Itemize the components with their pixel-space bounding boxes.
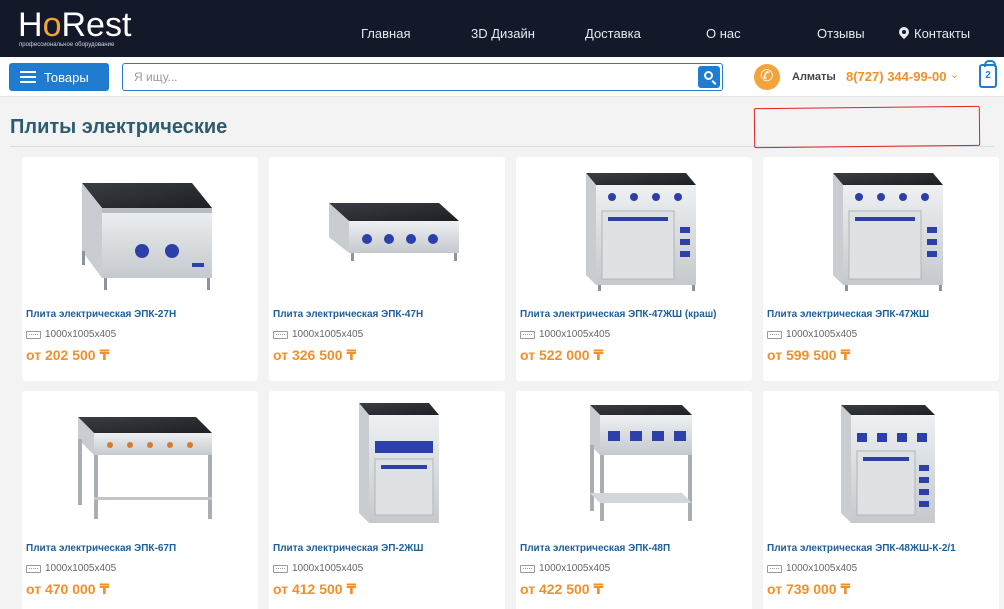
product-price: от 412 500 ₸ (273, 581, 357, 597)
product-price: от 470 000 ₸ (26, 581, 110, 597)
product-image[interactable] (52, 397, 228, 533)
search-button[interactable] (698, 66, 720, 88)
product-card[interactable]: Плита электрическая ЭПК-48ЖШ-К-2/1 1000х… (763, 391, 999, 609)
product-name[interactable]: Плита электрическая ЭПК-67П (26, 543, 176, 554)
dimensions-text: 1000х1005х405 (292, 563, 364, 574)
city-label: Алматы (792, 71, 836, 83)
product-image[interactable] (52, 163, 228, 299)
nav-3d-design[interactable]: 3D Дизайн (471, 26, 535, 41)
dimensions-icon (520, 564, 535, 573)
dimensions-icon (520, 330, 535, 339)
cart-button[interactable]: 2 (979, 60, 997, 88)
menu-icon (20, 71, 36, 83)
dimensions-icon (273, 330, 288, 339)
product-name[interactable]: Плита электрическая ЭПК-47ЖШ (краш) (520, 309, 717, 320)
product-name[interactable]: Плита электрическая ЭПК-47ЖШ (767, 309, 929, 320)
product-card[interactable]: Плита электрическая ЭПК-47ЖШ 1000х1005х4… (763, 157, 999, 381)
product-dimensions: 1000х1005х405 (767, 563, 857, 574)
phone-number[interactable]: 8(727) 344-99-00 (846, 69, 946, 84)
phone-icon[interactable] (754, 64, 780, 90)
dimensions-text: 1000х1005х405 (45, 563, 117, 574)
site-logo[interactable]: HoRest профессиональное оборудование (18, 8, 138, 50)
product-name[interactable]: Плита электрическая ЭП-2ЖШ (273, 543, 423, 554)
product-dimensions: 1000х1005х405 (273, 563, 363, 574)
product-image[interactable] (299, 163, 475, 299)
product-price: от 326 500 ₸ (273, 347, 357, 363)
dimensions-text: 1000х1005х405 (539, 329, 611, 340)
product-price: от 522 000 ₸ (520, 347, 604, 363)
product-dimensions: 1000х1005х405 (26, 329, 116, 340)
product-dimensions: 1000х1005х405 (26, 563, 116, 574)
dimensions-text: 1000х1005х405 (45, 329, 117, 340)
nav-home[interactable]: Главная (361, 26, 410, 41)
catalog-button-label: Товары (44, 69, 89, 85)
product-card[interactable]: Плита электрическая ЭПК-47Н 1000х1005х40… (269, 157, 505, 381)
product-name[interactable]: Плита электрическая ЭПК-27Н (26, 309, 176, 320)
product-card[interactable]: Плита электрическая ЭПК-67П 1000х1005х40… (22, 391, 258, 609)
dimensions-text: 1000х1005х405 (292, 329, 364, 340)
product-card[interactable]: Плита электрическая ЭПК-27Н 1000х1005х40… (22, 157, 258, 381)
product-card[interactable]: Плита электрическая ЭПК-48П 1000х1005х40… (516, 391, 752, 609)
page-title: Плиты электрические (10, 116, 228, 138)
product-dimensions: 1000х1005х405 (520, 563, 610, 574)
product-image[interactable] (546, 163, 722, 299)
product-name[interactable]: Плита электрическая ЭПК-48П (520, 543, 670, 554)
catalog-button[interactable]: Товары (9, 63, 109, 91)
logo-text: HoRest (18, 6, 132, 44)
nav-reviews[interactable]: Отзывы (817, 26, 865, 41)
search-toolbar: Товары Алматы 8(727) 344-99-00 ⌄ 2 (0, 57, 1004, 97)
dimensions-icon (273, 564, 288, 573)
product-image[interactable] (546, 397, 722, 533)
product-card[interactable]: Плита электрическая ЭП-2ЖШ 1000х1005х405… (269, 391, 505, 609)
product-price: от 739 000 ₸ (767, 581, 851, 597)
dimensions-icon (26, 564, 41, 573)
nav-about[interactable]: О нас (706, 26, 741, 41)
dimensions-icon (26, 330, 41, 339)
product-price: от 202 500 ₸ (26, 347, 110, 363)
logo-subtitle: профессиональное оборудование (19, 42, 115, 48)
product-price: от 422 500 ₸ (520, 581, 604, 597)
product-dimensions: 1000х1005х405 (273, 329, 363, 340)
chevron-down-icon[interactable]: ⌄ (950, 68, 959, 81)
red-annotation-box (753, 105, 981, 149)
dimensions-icon (767, 330, 782, 339)
nav-delivery[interactable]: Доставка (585, 26, 641, 41)
product-card[interactable]: Плита электрическая ЭПК-47ЖШ (краш) 1000… (516, 157, 752, 381)
product-dimensions: 1000х1005х405 (767, 329, 857, 340)
nav-contacts-label: Контакты (914, 26, 971, 41)
dimensions-text: 1000х1005х405 (786, 563, 858, 574)
product-image[interactable] (793, 397, 969, 533)
dimensions-text: 1000х1005х405 (539, 563, 611, 574)
nav-contacts[interactable]: Контакты (899, 26, 970, 41)
search-input[interactable] (123, 64, 693, 90)
dimensions-text: 1000х1005х405 (786, 329, 858, 340)
top-nav-bar: HoRest профессиональное оборудование Гла… (0, 0, 1004, 57)
product-dimensions: 1000х1005х405 (520, 329, 610, 340)
product-price: от 599 500 ₸ (767, 347, 851, 363)
map-pin-icon (899, 27, 909, 39)
search-icon (704, 71, 713, 80)
product-image[interactable] (793, 163, 969, 299)
product-image[interactable] (299, 397, 475, 533)
product-name[interactable]: Плита электрическая ЭПК-48ЖШ-К-2/1 (767, 543, 956, 554)
product-name[interactable]: Плита электрическая ЭПК-47Н (273, 309, 423, 320)
search-box (122, 63, 723, 91)
dimensions-icon (767, 564, 782, 573)
